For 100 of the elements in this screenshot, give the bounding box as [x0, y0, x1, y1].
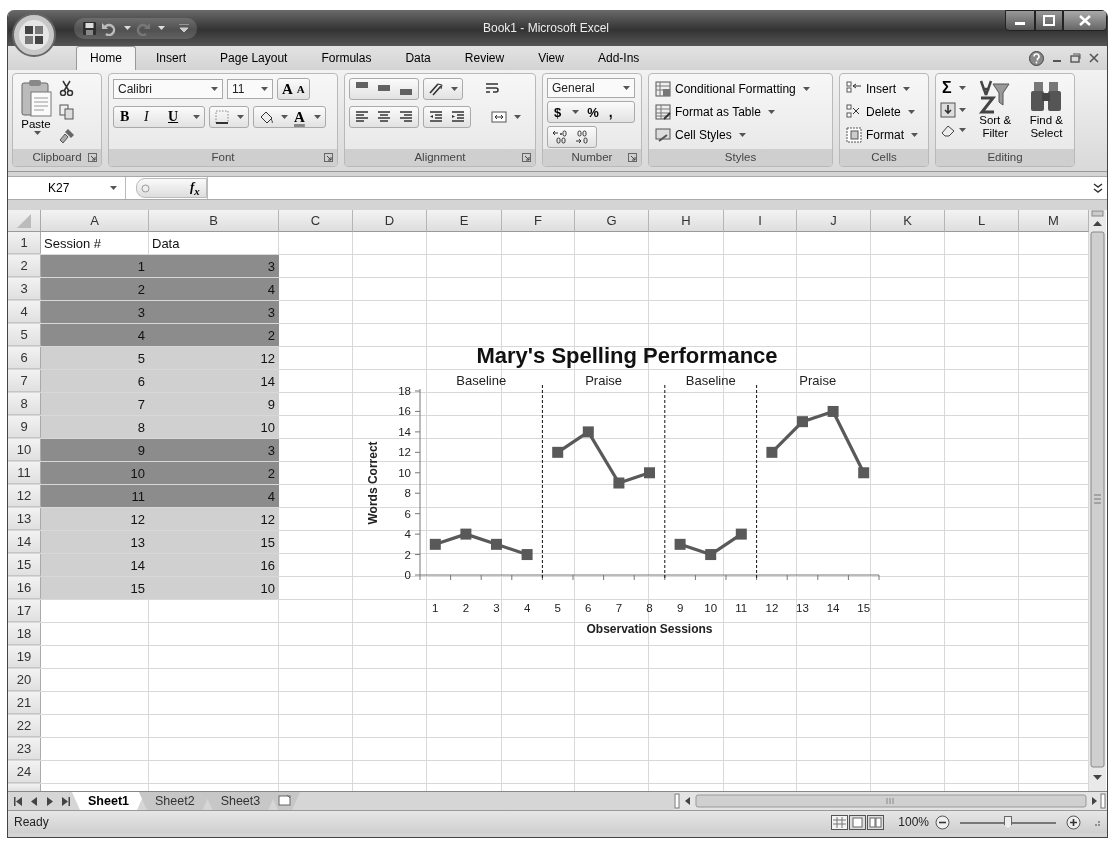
decrease-decimal-icon[interactable] — [574, 129, 590, 145]
decrease-indent-icon[interactable] — [428, 109, 444, 125]
ribbon-tab[interactable]: Data — [391, 46, 445, 70]
ribbon-tab[interactable]: Formulas — [307, 46, 386, 70]
insert-function-button[interactable]: f$_{x}$ — [190, 179, 200, 197]
cells-menu-button[interactable]: Insert — [844, 78, 920, 100]
borders-icon[interactable] — [214, 109, 230, 125]
page-break-view-icon[interactable] — [867, 814, 885, 830]
slider-thumb[interactable] — [1004, 815, 1012, 829]
column-header[interactable]: I — [724, 210, 797, 232]
row-header[interactable]: 19 — [8, 646, 41, 668]
column-header[interactable]: K — [871, 210, 945, 232]
style-menu-button[interactable]: Format as Table — [653, 101, 812, 123]
row-header[interactable]: 10 — [8, 439, 41, 461]
column-header[interactable]: L — [945, 210, 1019, 232]
number-format-field[interactable]: General — [547, 78, 635, 98]
row-header[interactable]: 12 — [8, 485, 41, 507]
text-orientation-icon[interactable] — [428, 81, 444, 97]
column-header[interactable]: J — [797, 210, 871, 232]
previous-sheet-icon[interactable] — [30, 796, 38, 806]
paint-bucket-icon[interactable] — [258, 109, 274, 125]
currency-button[interactable]: $ — [552, 103, 564, 121]
first-sheet-icon[interactable] — [14, 796, 22, 806]
ribbon-tab[interactable]: Add-Ins — [583, 46, 654, 70]
row-header[interactable]: 3 — [8, 278, 41, 300]
row-header[interactable]: 7 — [8, 370, 41, 392]
column-header[interactable]: A — [41, 210, 149, 232]
dialog-launcher-icon[interactable] — [522, 153, 531, 162]
row-header[interactable]: 21 — [8, 692, 41, 714]
shrink-font-button[interactable]: A — [294, 80, 307, 98]
expand-chevron-icon[interactable] — [1092, 182, 1104, 194]
row-header[interactable]: 6 — [8, 347, 41, 369]
row-header[interactable]: 17 — [8, 600, 41, 622]
minimize-icon[interactable] — [1005, 10, 1035, 31]
dialog-launcher-icon[interactable] — [88, 153, 97, 162]
cell-brush-icon[interactable] — [655, 127, 671, 143]
undo-icon[interactable] — [101, 20, 117, 36]
row-header[interactable]: 15 — [8, 554, 41, 576]
row-header[interactable]: 23 — [8, 738, 41, 760]
column-header[interactable]: C — [279, 210, 353, 232]
cells-menu-button[interactable]: Format — [844, 124, 920, 146]
table-grid-icon[interactable] — [655, 81, 671, 97]
italic-button[interactable]: I — [142, 106, 164, 128]
align-right-icon[interactable] — [398, 109, 414, 125]
ribbon-tab[interactable]: Review — [450, 46, 519, 70]
fill-down-icon[interactable] — [940, 102, 956, 118]
merge-cells-icon[interactable] — [491, 109, 507, 125]
row-header[interactable]: 4 — [8, 301, 41, 323]
scissors-icon[interactable] — [59, 80, 75, 96]
vertical-scrollbar[interactable] — [1089, 210, 1106, 791]
name-box[interactable]: K27 — [8, 177, 126, 199]
last-sheet-icon[interactable] — [62, 796, 70, 806]
editing-menu-button[interactable]: Sort & Filter — [971, 78, 1019, 141]
autosum-button[interactable]: Σ — [940, 78, 968, 98]
column-header[interactable]: D — [353, 210, 427, 232]
row-header[interactable]: 2 — [8, 255, 41, 277]
paintbrush-icon[interactable] — [59, 128, 75, 144]
ribbon-tab[interactable]: Page Layout — [206, 46, 302, 70]
dialog-launcher-icon[interactable] — [324, 153, 333, 162]
style-menu-button[interactable]: Conditional Formatting — [653, 78, 812, 100]
font-size-field[interactable]: 11 — [227, 79, 273, 99]
row-header[interactable]: 14 — [8, 531, 41, 553]
row-header[interactable]: 13 — [8, 508, 41, 530]
table-brush-icon[interactable] — [655, 104, 671, 120]
editing-menu-button[interactable]: Find & Select — [1022, 78, 1070, 141]
copy-icon[interactable] — [59, 104, 75, 120]
bold-button[interactable]: B — [118, 106, 140, 128]
font-name-field[interactable]: Calibri — [113, 79, 223, 99]
next-sheet-icon[interactable] — [46, 796, 54, 806]
percent-button[interactable]: % — [585, 103, 601, 121]
align-center-icon[interactable] — [376, 109, 392, 125]
zoom-out-icon[interactable] — [935, 814, 950, 830]
paste-button[interactable]: Paste — [17, 78, 55, 136]
grow-font-button[interactable]: A — [280, 80, 295, 98]
row-header[interactable]: 18 — [8, 623, 41, 645]
close-icon[interactable] — [1063, 10, 1107, 31]
help-icon[interactable] — [1029, 50, 1044, 66]
row-header[interactable]: 1 — [8, 232, 41, 254]
align-left-icon[interactable] — [354, 109, 370, 125]
delete-cells-icon[interactable] — [846, 104, 862, 120]
save-icon[interactable] — [82, 20, 97, 36]
horizontal-scrollbar[interactable] — [674, 792, 1107, 810]
comma-button[interactable]: , — [606, 103, 615, 121]
column-header[interactable]: B — [149, 210, 279, 232]
row-header[interactable]: 8 — [8, 393, 41, 415]
font-color-button[interactable]: A — [292, 108, 307, 126]
row-header[interactable]: 9 — [8, 416, 41, 438]
column-header[interactable]: H — [649, 210, 724, 232]
formula-toggle-icon[interactable] — [141, 183, 150, 193]
row-header[interactable]: 16 — [8, 577, 41, 599]
style-menu-button[interactable]: Cell Styles — [653, 124, 812, 146]
page-layout-view-icon[interactable] — [849, 814, 867, 830]
row-header[interactable]: 24 — [8, 761, 41, 783]
customize-caret-icon[interactable] — [179, 24, 189, 32]
underline-button[interactable]: U — [166, 106, 188, 128]
zoom-in-icon[interactable] — [1066, 814, 1081, 830]
column-header[interactable]: M — [1019, 210, 1089, 232]
row-header[interactable]: 11 — [8, 462, 41, 484]
maximize-icon[interactable] — [1035, 10, 1063, 31]
row-header[interactable]: 5 — [8, 324, 41, 346]
